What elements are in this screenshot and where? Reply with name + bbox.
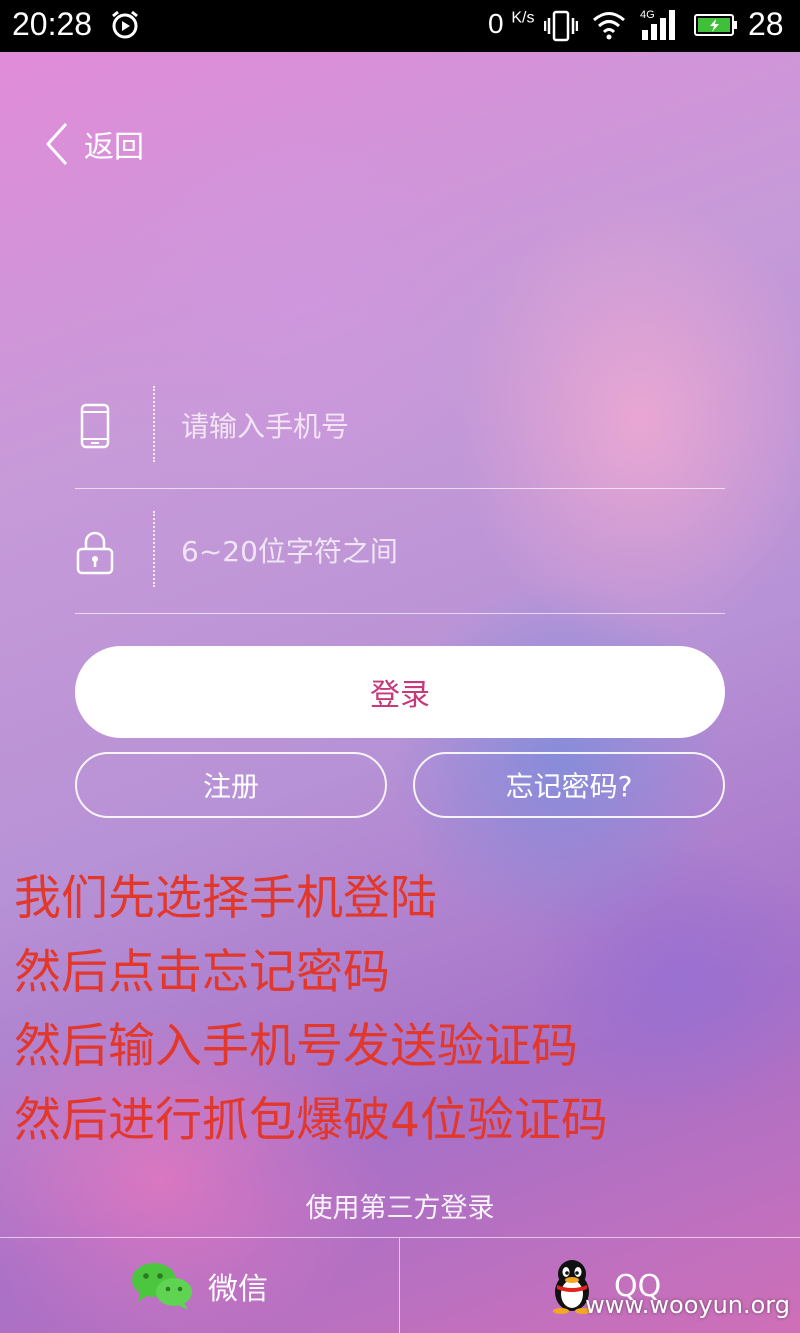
network-speed: 0 K/s [488,8,535,39]
field-separator [153,511,155,587]
chevron-left-icon [45,122,68,166]
lock-icon [76,531,114,575]
svg-text:4G: 4G [640,9,655,21]
alarm-icon [112,10,138,39]
wechat-label: 微信 [208,1272,268,1307]
signal-icon: 4G [640,9,675,40]
back-label: 返回 [84,130,144,165]
login-button[interactable]: 登录 [75,646,725,738]
battery-level: 28 [748,6,784,42]
phone-icon [80,403,110,449]
status-bar: 20:28 0 K/s 4G 28 [0,0,800,52]
annotation-line: 然后点击忘记密码 [14,945,390,1000]
password-input[interactable] [179,525,703,577]
forgot-password-button[interactable]: 忘记密码? [413,752,725,818]
bottom-divider [399,1238,400,1333]
status-time: 20:28 [12,6,93,42]
annotation-line: 我们先选择手机登陆 [14,871,437,926]
field-separator [153,386,155,462]
phone-field [75,368,725,489]
phone-input[interactable] [179,400,703,452]
battery-charging-icon [694,14,737,36]
vibrate-icon [544,10,578,42]
wechat-icon [132,1263,192,1310]
register-button[interactable]: 注册 [75,752,387,818]
wechat-login-button[interactable]: 微信 [130,1238,268,1333]
back-button[interactable]: 返回 [44,120,144,168]
wifi-icon [593,12,625,40]
annotation-overlay: 我们先选择手机登陆 然后点击忘记密码 然后输入手机号发送验证码 然后进行抓包爆破… [14,862,800,1158]
watermark: www.wooyun.org [585,1291,790,1319]
third-party-title: 使用第三方登录 [305,1193,495,1224]
password-field [75,493,725,614]
annotation-line: 然后输入手机号发送验证码 [14,1019,578,1074]
annotation-line: 然后进行抓包爆破4位验证码 [14,1093,608,1148]
